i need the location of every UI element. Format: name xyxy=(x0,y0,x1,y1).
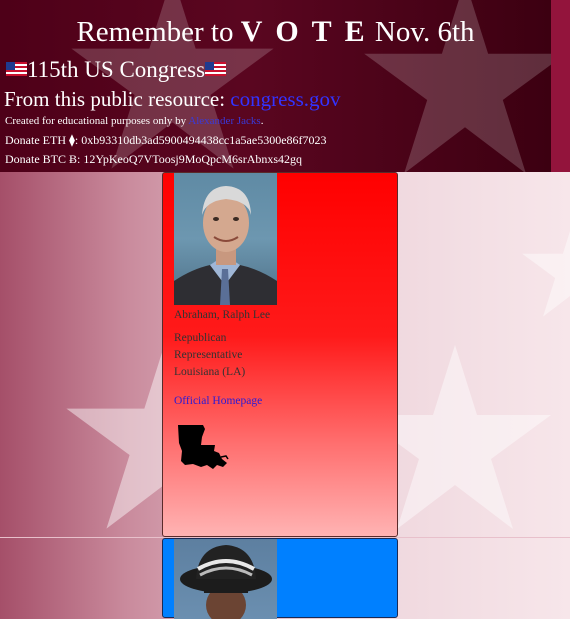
donate-btc-address: Donate BTC Ƀ: 12YpKeoQ7VToosj9MoQpcM6srA… xyxy=(5,152,303,166)
us-flag-icon xyxy=(6,62,27,76)
title-suffix: Nov. 6th xyxy=(367,16,475,48)
header-edge xyxy=(551,0,570,172)
congress-label: 115th US Congress xyxy=(27,57,206,82)
member-name: Abraham, Ralph Lee xyxy=(174,309,271,321)
congress-heading: 115th US Congress xyxy=(6,56,227,84)
title-prefix: Remember to xyxy=(76,16,241,48)
star-decoration-icon xyxy=(522,231,570,317)
member-photo xyxy=(174,539,277,619)
page-title: Remember to V O T E Nov. 6th xyxy=(0,14,551,50)
portrait-image xyxy=(180,545,272,619)
us-flag-icon xyxy=(205,62,227,76)
source-line: From this public resource: congress.gov xyxy=(4,87,341,111)
member-card[interactable]: Abraham, Ralph Lee Republican Representa… xyxy=(162,172,398,537)
member-state: Louisiana (LA) xyxy=(174,366,246,378)
author-link[interactable]: Alexander Jacks xyxy=(188,115,260,127)
credit-label: Created for educational purposes only by xyxy=(5,115,189,127)
source-label: From this public resource: xyxy=(4,87,231,111)
member-photo xyxy=(174,173,277,305)
louisiana-map-icon xyxy=(178,425,229,469)
page: { "header": { "title_prefix": "Remember … xyxy=(0,0,570,619)
donate-eth-address: Donate ETH ⧫: 0xb93310db3ad5900494438cc1… xyxy=(5,133,327,147)
title-vote: V O T E xyxy=(240,15,368,48)
header-banner: Remember to V O T E Nov. 6th 115th US Co… xyxy=(0,0,551,172)
member-party: Republican xyxy=(174,332,227,344)
portrait-image xyxy=(174,186,277,305)
member-card[interactable] xyxy=(162,538,398,619)
congress-gov-link[interactable]: congress.gov xyxy=(230,87,340,111)
credit-line: Created for educational purposes only by… xyxy=(5,114,263,128)
official-homepage-link[interactable]: Official Homepage xyxy=(174,395,262,407)
credit-period: . xyxy=(260,115,264,127)
member-chamber: Representative xyxy=(174,349,243,361)
